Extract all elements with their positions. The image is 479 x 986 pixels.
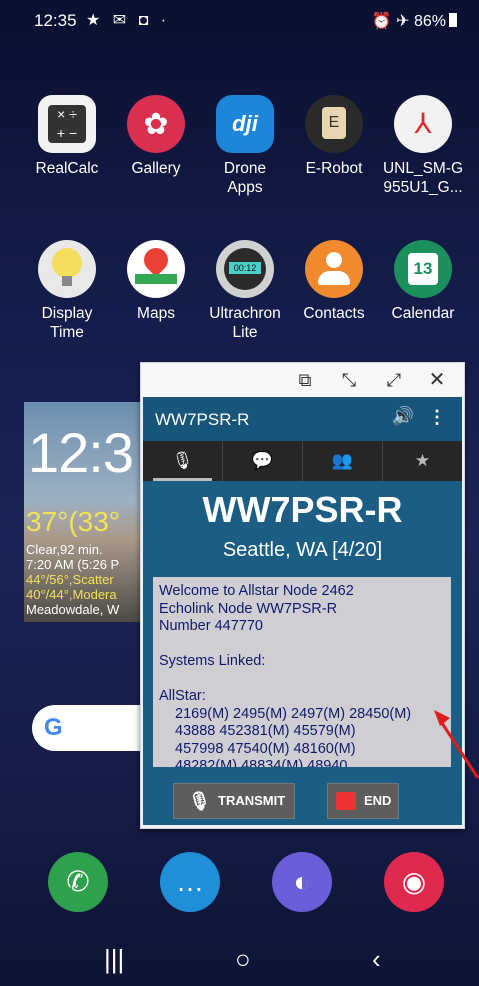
pdf-icon: ⅄ (394, 95, 452, 153)
message-icon: … (176, 866, 204, 897)
app-label: E-Robot (305, 160, 363, 177)
linked-nodes: 2169(M) 2495(M) 2497(M) 28450(M) (175, 705, 412, 722)
google-search-bar[interactable]: G (32, 705, 152, 751)
app-e-robot[interactable]: E E-Robot (289, 95, 379, 178)
linked-nodes: 43888 452381(M) 45579(M) (175, 723, 356, 739)
notification-icons: ★ ✉ ◘ · (86, 12, 171, 29)
app-ultrachron[interactable]: 00:12 Ultrachron Lite (200, 240, 290, 342)
weather-widget[interactable]: 12:3 37°(33° Clear,92 min. 7:20 AM (5:26… (24, 402, 142, 622)
calendar-icon: 13 (394, 240, 452, 298)
dji-icon: dji (216, 95, 274, 153)
info-line: Welcome to Allstar Node 2462 (159, 583, 354, 599)
users-icon[interactable]: 👥 (303, 441, 383, 481)
app-contacts[interactable]: Contacts (289, 240, 379, 323)
widget-temperature: 37°(33° (26, 506, 121, 537)
phone-icon: ✆ (66, 866, 90, 897)
app-maps[interactable]: Maps (111, 240, 201, 323)
info-line (159, 636, 451, 654)
end-button[interactable]: END (327, 783, 399, 819)
app-label: UNL_SM-G 955U1_G... (382, 160, 464, 196)
tab-bar: 🎙 💬 👥 ★ (143, 441, 462, 481)
app-label: Display Time (41, 305, 93, 341)
info-panel[interactable]: Welcome to Allstar Node 2462 Echolink No… (153, 577, 451, 767)
stop-icon (336, 792, 356, 810)
star-icon[interactable]: ★ (383, 441, 462, 481)
app-display-time[interactable]: Display Time (22, 240, 112, 342)
station-name: WW7PSR-R (155, 410, 250, 429)
bulb-icon (38, 240, 96, 298)
transmit-label: TRANSMIT (218, 793, 286, 808)
calendar-badge: 13 (408, 253, 438, 285)
android-icon: E (305, 95, 363, 153)
app-label: RealCalc (35, 160, 99, 177)
phone-app[interactable]: ✆ (48, 852, 108, 912)
app-realcalc[interactable]: × ÷ + − RealCalc (22, 95, 112, 178)
app-label: Calendar (391, 305, 455, 322)
widget-condition: Clear,92 min. (26, 542, 103, 557)
camera-icon: ◉ (401, 866, 427, 897)
recents-icon[interactable]: ||| (104, 944, 124, 975)
end-label: END (364, 793, 392, 808)
info-line: Systems Linked: (159, 653, 266, 669)
widget-forecast-2: 40°/44°,Modera (26, 587, 117, 602)
planet-icon: ◐ (293, 866, 311, 897)
status-bar: 12:35 ★ ✉ ◘ · ⏰ ✈ 86% (0, 0, 479, 44)
status-time: 12:35 (34, 11, 77, 30)
close-icon[interactable]: ✕ (426, 369, 448, 391)
popup-toolbar: ⧉ ⤡ ⤢ ✕ (141, 363, 464, 397)
app-header: WW7PSR-R 🔊 ⋮ (143, 397, 462, 441)
app-label: Gallery (131, 160, 181, 177)
maps-icon (127, 240, 185, 298)
app-pdf[interactable]: ⅄ UNL_SM-G 955U1_G... (378, 95, 468, 197)
node-location: Seattle, WA [4/20] (222, 539, 383, 561)
camera-app[interactable]: ◉ (384, 852, 444, 912)
info-line: Number 447770 (159, 618, 263, 634)
calculator-icon: × ÷ + − (38, 95, 96, 153)
linked-nodes: 457998 47540(M) 48160(M) (175, 740, 356, 757)
status-right: ⏰ ✈ 86% (372, 11, 457, 31)
app-gallery[interactable]: ✿ Gallery (111, 95, 201, 178)
info-line: Echolink Node WW7PSR-R (159, 600, 338, 617)
transmit-button[interactable]: 🎙 TRANSMIT (173, 783, 295, 819)
linked-nodes: 48282(M) 48834(M) 48940 (175, 758, 348, 767)
more-icon[interactable]: ⋮ (428, 407, 446, 428)
stopwatch-icon: 00:12 (216, 240, 274, 298)
navigation-bar: ||| ○ ‹ (0, 932, 479, 986)
app-label: Ultrachron Lite (209, 305, 281, 341)
app-label: Maps (137, 305, 175, 322)
google-icon: G (44, 714, 63, 741)
info-line (159, 671, 451, 689)
app-label: Drone Apps (223, 160, 267, 196)
pin-window-icon[interactable]: ⧉ (294, 369, 316, 391)
system-icons: ⏰ ✈ (371, 13, 410, 30)
node-title: WW7PSR-R (202, 489, 403, 530)
app-calendar[interactable]: 13 Calendar (378, 240, 468, 323)
widget-clock: 12:3 (28, 421, 134, 484)
flower-icon: ✿ (127, 95, 185, 153)
battery-level: 86% (413, 13, 446, 30)
echolink-app: WW7PSR-R 🔊 ⋮ 🎙 💬 👥 ★ WW7PSR-R Seattle, W… (143, 397, 462, 825)
widget-forecast-1: 44°/56°,Scatter (26, 572, 114, 587)
home-icon[interactable]: ○ (235, 944, 251, 975)
internet-app[interactable]: ◐ (272, 852, 332, 912)
back-icon[interactable]: ‹ (372, 944, 381, 975)
maximize-icon[interactable]: ⤢ (383, 369, 405, 391)
contacts-icon (305, 240, 363, 298)
annotation-arrow (434, 710, 479, 779)
app-drone-apps[interactable]: dji Drone Apps (200, 95, 290, 197)
microphone-icon[interactable]: 🎙 (143, 441, 223, 481)
chat-icon[interactable]: 💬 (223, 441, 303, 481)
speaker-icon[interactable]: 🔊 (392, 406, 414, 427)
popup-window: ⧉ ⤡ ⤢ ✕ WW7PSR-R 🔊 ⋮ 🎙 💬 👥 ★ WW7PSR-R Se… (140, 362, 465, 829)
battery-icon (449, 13, 457, 27)
messages-app[interactable]: … (160, 852, 220, 912)
minimize-icon[interactable]: ⤡ (338, 369, 360, 391)
app-label: Contacts (303, 305, 365, 322)
widget-sun-times: 7:20 AM (5:26 P (26, 557, 120, 572)
widget-location: Meadowdale, W (26, 602, 120, 617)
info-line: AllStar: (159, 688, 206, 704)
microphone-icon: 🎙 (188, 791, 211, 811)
